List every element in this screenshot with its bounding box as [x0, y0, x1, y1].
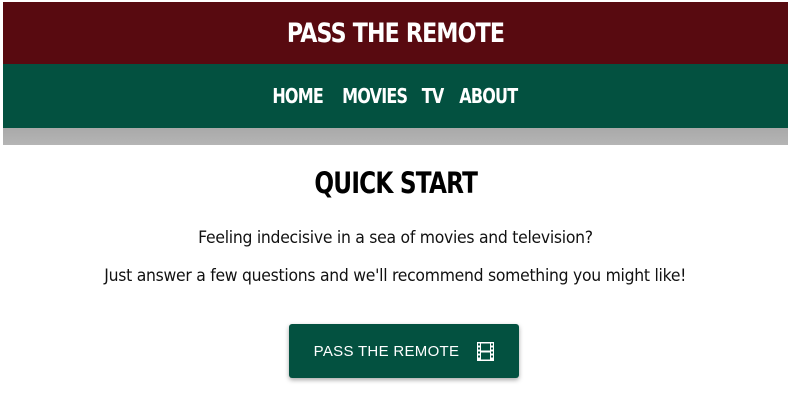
quick-start-heading: QUICK START [3, 166, 788, 200]
quick-start-heading-text: QUICK START [314, 166, 478, 200]
nav-link-movies[interactable]: MOVIES [342, 84, 408, 108]
intro-line-2-text: Just answer a few questions and we'll re… [104, 266, 687, 286]
intro-line-1-text: Feeling indecisive in a sea of movies an… [198, 228, 593, 248]
main-nav: HOME MOVIES TV ABOUT [3, 64, 788, 128]
nav-shadow-divider [3, 128, 788, 145]
film-icon [477, 341, 495, 361]
nav-link-about[interactable]: ABOUT [459, 84, 518, 108]
page: PASS THE REMOTE HOME MOVIES TV ABOUT QUI… [3, 0, 788, 409]
nav-link-home[interactable]: HOME [273, 84, 324, 108]
site-title[interactable]: PASS THE REMOTE [287, 18, 505, 49]
pass-the-remote-button-label: PASS THE REMOTE [313, 342, 460, 360]
pass-the-remote-button[interactable]: PASS THE REMOTE [289, 324, 519, 378]
intro-line-2: Just answer a few questions and we'll re… [3, 266, 788, 286]
nav-link-tv[interactable]: TV [422, 84, 445, 108]
site-header: PASS THE REMOTE [3, 2, 788, 64]
intro-line-1: Feeling indecisive in a sea of movies an… [3, 228, 788, 248]
